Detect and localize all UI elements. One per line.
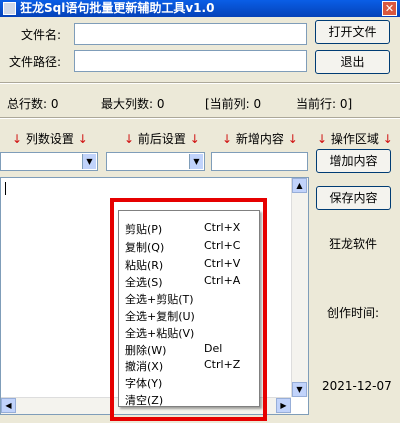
prefix-settings-header: ↓ 前后设置 ↓ bbox=[124, 132, 200, 146]
chevron-down-icon[interactable]: ▼ bbox=[189, 154, 203, 169]
current-row-text: 当前行: 0] bbox=[296, 97, 353, 111]
created-date: 2021-12-07 bbox=[322, 379, 392, 393]
highlight-box bbox=[110, 198, 267, 421]
file-path-label: 文件路径: bbox=[9, 55, 62, 69]
brand-text: 狂龙软件 bbox=[329, 237, 378, 251]
max-cols-text: 最大列数: 0 bbox=[101, 97, 165, 111]
current-col-text: [当前列: 0 bbox=[205, 97, 262, 111]
window-title: 狂龙Sql语句批量更新辅助工具v1.0 bbox=[20, 1, 215, 15]
file-name-label: 文件名: bbox=[21, 28, 62, 42]
operation-area-header: ↓ 操作区域 ↓ bbox=[317, 132, 393, 146]
col-settings-header: ↓ 列数设置 ↓ bbox=[12, 132, 88, 146]
prefix-suffix-combo[interactable]: ▼ bbox=[106, 152, 205, 171]
scroll-left-icon[interactable]: ◀ bbox=[1, 398, 16, 413]
exit-button[interactable]: 退出 bbox=[315, 50, 390, 74]
chevron-down-icon[interactable]: ▼ bbox=[82, 154, 96, 169]
col-count-combo[interactable]: ▼ bbox=[0, 152, 98, 171]
save-content-button[interactable]: 保存内容 bbox=[316, 186, 391, 210]
app-icon bbox=[3, 2, 16, 15]
close-icon[interactable]: ✕ bbox=[382, 1, 397, 16]
text-caret bbox=[5, 182, 6, 195]
new-content-input[interactable] bbox=[211, 152, 308, 171]
total-rows-text: 总行数: 0 bbox=[7, 97, 59, 111]
scroll-up-icon[interactable]: ▲ bbox=[292, 178, 307, 193]
created-label: 创作时间: bbox=[327, 306, 380, 320]
vertical-scrollbar[interactable]: ▲ ▼ bbox=[291, 178, 308, 397]
file-path-input[interactable] bbox=[74, 50, 307, 72]
scroll-right-icon[interactable]: ▶ bbox=[276, 398, 291, 413]
divider bbox=[0, 117, 400, 119]
new-content-header: ↓ 新增内容 ↓ bbox=[222, 132, 298, 146]
title-bar: 狂龙Sql语句批量更新辅助工具v1.0 ✕ bbox=[0, 0, 400, 17]
add-content-button[interactable]: 增加内容 bbox=[316, 149, 391, 173]
scroll-down-icon[interactable]: ▼ bbox=[292, 382, 307, 397]
file-name-input[interactable] bbox=[74, 23, 307, 45]
open-file-button[interactable]: 打开文件 bbox=[315, 20, 390, 44]
divider bbox=[0, 82, 400, 84]
